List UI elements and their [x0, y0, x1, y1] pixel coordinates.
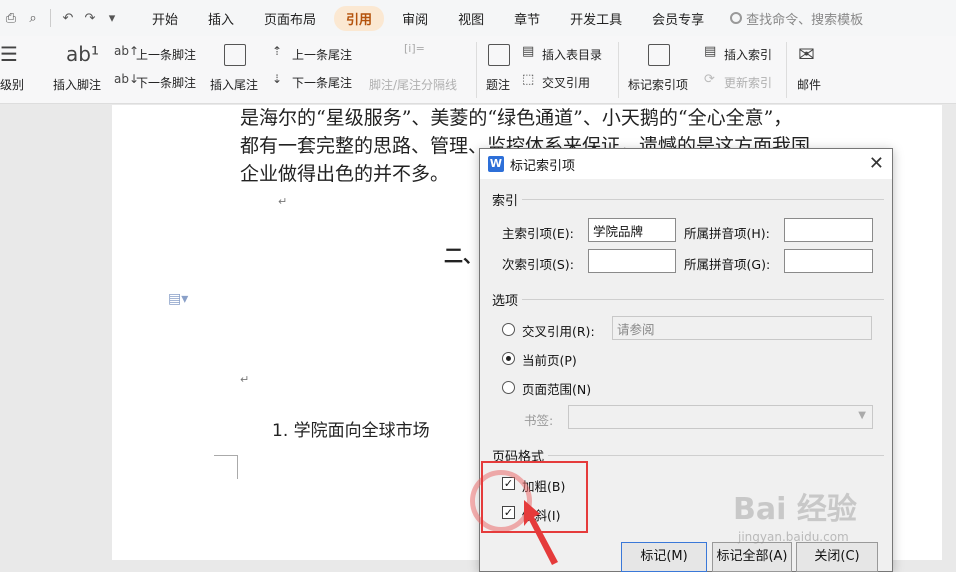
insert-endnote-button[interactable]: 插入尾注: [210, 76, 258, 93]
ribbon-divider: [618, 42, 619, 98]
page-range-radio[interactable]: [502, 381, 515, 394]
next-footnote-button[interactable]: 下一条脚注: [136, 74, 196, 91]
redo-icon[interactable]: ↷: [81, 11, 99, 26]
chevron-down-icon: ▼: [858, 410, 866, 421]
toolbar-divider: [50, 9, 51, 27]
dialog-titlebar: W 标记索引项 ✕: [480, 149, 892, 179]
mark-all-button[interactable]: 标记全部(A): [712, 542, 792, 572]
group-divider: [520, 299, 884, 300]
main-entry-label: 主索引项(E):: [502, 226, 574, 241]
ribbon-tabs: 开始 插入 页面布局 引用 审阅 视图 章节 开发工具 会员专享: [140, 5, 722, 31]
menu-bar: ⎙ ⌕ ↶ ↷ ▾ 开始 插入 页面布局 引用 审阅 视图 章节 开发工具 会员…: [0, 0, 956, 36]
tab-insert[interactable]: 插入: [196, 6, 246, 31]
close-icon[interactable]: ✕: [869, 153, 884, 174]
print-preview-icon[interactable]: ⌕: [24, 11, 42, 26]
dialog-title: 标记索引项: [510, 158, 576, 174]
section-heading: 二、: [444, 245, 483, 267]
pinyin-h-input[interactable]: [784, 218, 873, 242]
tab-home[interactable]: 开始: [140, 6, 190, 31]
next-endnote-button[interactable]: 下一条尾注: [292, 74, 352, 91]
options-group-label: 选项: [492, 290, 523, 309]
print-icon[interactable]: ⎙: [2, 11, 20, 26]
search-icon: [730, 12, 743, 24]
cross-reference-icon: ⬚: [522, 72, 535, 87]
caption-icon: [488, 44, 510, 66]
insert-index-icon: ▤: [704, 44, 717, 59]
pinyin-g-label: 所属拼音项(G):: [684, 257, 771, 272]
cross-reference-label: 交叉引用(R):: [522, 324, 595, 339]
tab-chapter[interactable]: 章节: [502, 6, 552, 31]
group-divider: [520, 199, 884, 200]
insert-index-button[interactable]: 插入索引: [724, 46, 772, 63]
group-divider: [548, 455, 884, 456]
caption-button[interactable]: 题注: [486, 76, 510, 93]
body-text-line: 企业做得出色的并不多。: [240, 163, 450, 185]
paragraph-mark: ↵: [278, 195, 288, 208]
next-endnote-icon: ⇣: [272, 72, 283, 86]
pinyin-g-input[interactable]: [784, 249, 873, 273]
ribbon-toolbar: ☰ 级别 ab¹ 插入脚注 ab↑ 上一条脚注 ab↓ 下一条脚注 插入尾注 ⇡…: [0, 36, 956, 104]
index-group-label: 索引: [492, 190, 523, 209]
separator-icon: [i]=: [404, 42, 425, 55]
main-entry-input[interactable]: 学院品牌: [588, 218, 676, 242]
paragraph-mark: ↵: [240, 373, 250, 386]
level-icon: ☰: [0, 42, 18, 66]
tab-references[interactable]: 引用: [334, 5, 385, 31]
ribbon-divider: [786, 42, 787, 98]
watermark-logo: Bai 经验: [733, 492, 857, 527]
endnote-icon: [224, 44, 246, 66]
mark-index-icon: [648, 44, 670, 66]
list-item: 1. 学院面向全球市场: [272, 421, 430, 441]
cross-reference-button[interactable]: 交叉引用: [542, 74, 590, 91]
body-text-line: 是海尔的“星级服务”、美菱的“绿色通道”、小天鹅的“全心全意”，: [240, 107, 793, 129]
update-index-icon: ⟳: [704, 72, 715, 87]
bookmark-label: 书签:: [524, 413, 554, 428]
close-button[interactable]: 关闭(C): [796, 542, 878, 572]
tab-member[interactable]: 会员专享: [640, 6, 716, 31]
tab-view[interactable]: 视图: [446, 6, 496, 31]
insert-table-of-figures-button[interactable]: 插入表目录: [542, 46, 602, 63]
command-search[interactable]: 查找命令、搜索模板: [730, 9, 863, 28]
arrow-icon: [524, 500, 558, 565]
mail-icon: ✉: [798, 42, 815, 66]
mark-button[interactable]: 标记(M): [621, 542, 707, 572]
update-index-button[interactable]: 更新索引: [724, 74, 772, 91]
pinyin-h-label: 所属拼音项(H):: [684, 226, 770, 241]
watermark-url: jingyan.baidu.com: [738, 530, 849, 544]
search-placeholder: 查找命令、搜索模板: [746, 12, 864, 28]
sub-entry-input[interactable]: [588, 249, 676, 273]
current-page-radio[interactable]: [502, 352, 515, 365]
sub-entry-label: 次索引项(S):: [502, 257, 574, 272]
customize-chevron-icon[interactable]: ▾: [103, 11, 121, 26]
prev-footnote-button[interactable]: 上一条脚注: [136, 46, 196, 63]
ribbon-divider: [476, 42, 477, 98]
cross-reference-radio[interactable]: [502, 323, 515, 336]
prev-endnote-icon: ⇡: [272, 44, 283, 58]
table-of-figures-icon: ▤: [522, 44, 535, 59]
footnote-icon: ab¹: [66, 42, 99, 66]
tab-review[interactable]: 审阅: [390, 6, 440, 31]
prev-endnote-button[interactable]: 上一条尾注: [292, 46, 352, 63]
tab-developer[interactable]: 开发工具: [558, 6, 634, 31]
insert-footnote-button[interactable]: 插入脚注: [53, 76, 101, 93]
tab-page-layout[interactable]: 页面布局: [252, 6, 328, 31]
mark-index-entry-button[interactable]: 标记索引项: [628, 76, 688, 93]
page-range-label: 页面范围(N): [522, 382, 592, 397]
separator-button[interactable]: 脚注/尾注分隔线: [369, 76, 457, 93]
undo-icon[interactable]: ↶: [59, 11, 77, 26]
cross-reference-input[interactable]: 请参阅: [612, 316, 872, 340]
quick-access-toolbar: ⎙ ⌕ ↶ ↷ ▾: [0, 9, 140, 27]
current-page-label: 当前页(P): [522, 353, 577, 368]
bookmark-select[interactable]: ▼: [568, 405, 873, 429]
margin-marker: [214, 455, 238, 479]
document-icon[interactable]: ▤▾: [168, 291, 188, 307]
wps-writer-icon: W: [488, 156, 504, 172]
mail-button[interactable]: 邮件: [797, 76, 821, 93]
level-button[interactable]: 级别: [0, 76, 24, 93]
